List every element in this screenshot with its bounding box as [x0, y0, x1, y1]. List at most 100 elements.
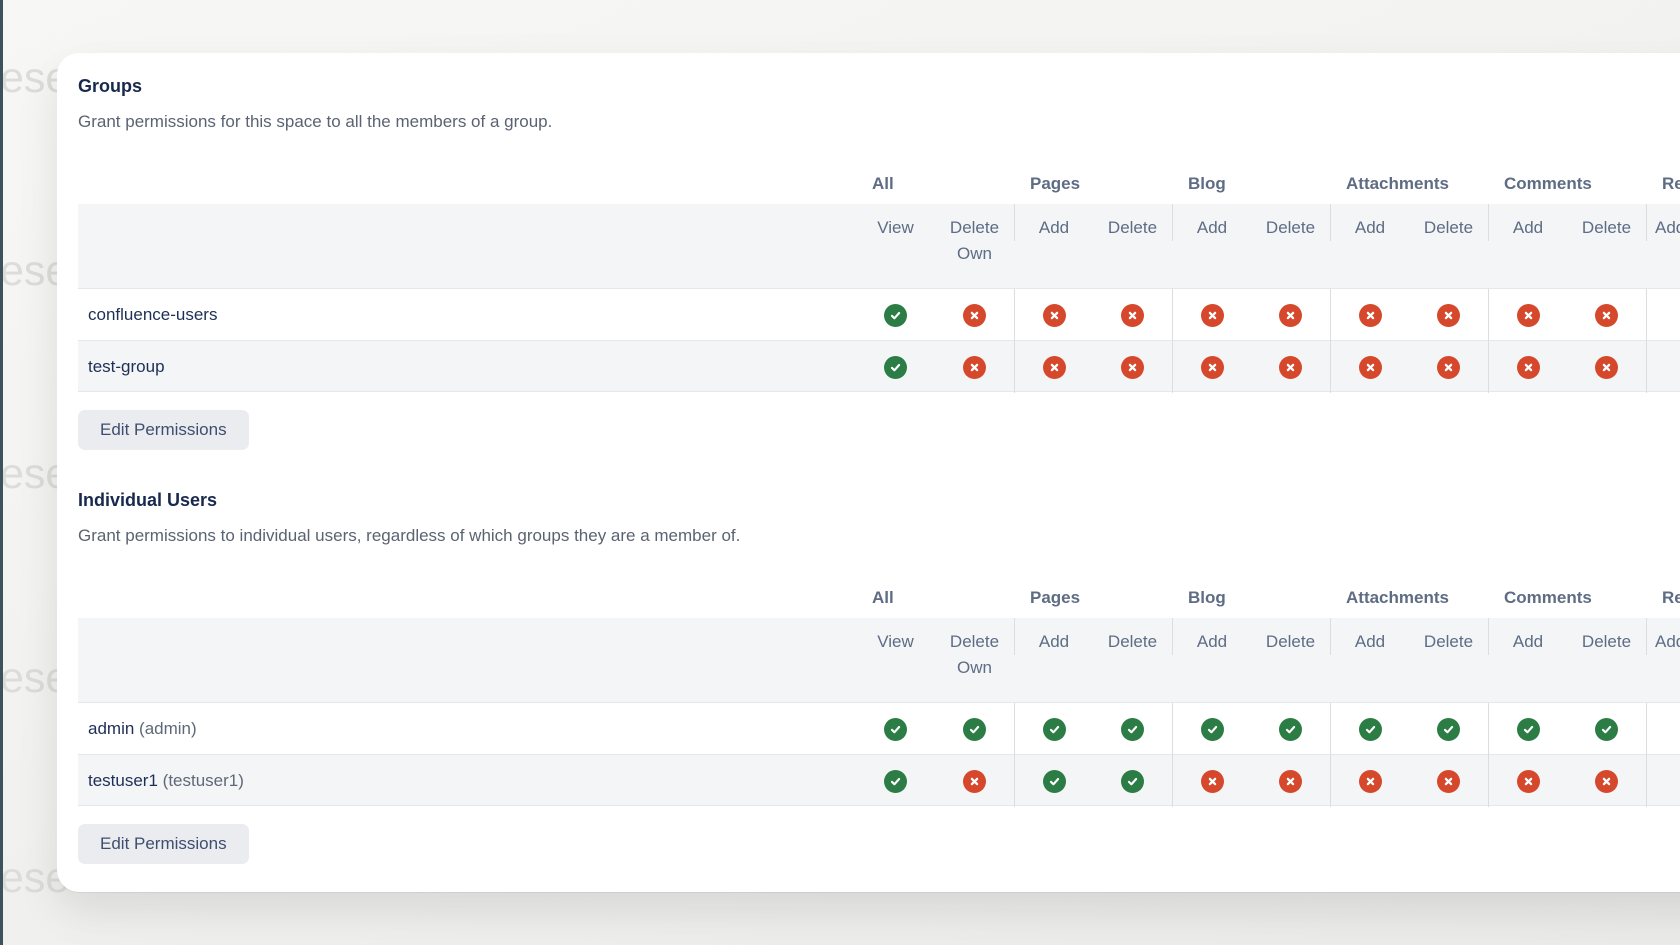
- permission-cell: [1093, 703, 1172, 755]
- column-group-label: Attachments: [1330, 588, 1488, 618]
- column-subheader: Delete: [1251, 204, 1330, 241]
- check-icon: [1043, 770, 1066, 793]
- groups-section-description: Grant permissions for this space to all …: [78, 112, 1680, 132]
- row-name-cell: admin (admin): [78, 719, 856, 739]
- groups-permissions-table: AllPagesBlogAttachmentsCommentsRestricti…: [78, 160, 1680, 392]
- column-subheader-row: ViewDelete OwnAddDeleteAddDeleteAddDelet…: [78, 204, 1680, 288]
- entity-account-label: (admin): [134, 719, 196, 738]
- column-group-label: All: [856, 174, 1014, 204]
- permission-cell: [1646, 341, 1680, 393]
- cross-icon: [963, 770, 986, 793]
- cross-icon: [1201, 304, 1224, 327]
- check-icon: [1517, 718, 1540, 741]
- permission-cell: [1251, 755, 1330, 807]
- entity-name-link[interactable]: testuser1: [88, 771, 158, 790]
- row-name-cell: confluence-users: [78, 305, 856, 325]
- column-group-label: All: [856, 588, 1014, 618]
- column-subheader: Delete: [1567, 618, 1646, 655]
- permission-cell: [1172, 703, 1251, 755]
- users-section-title: Individual Users: [78, 490, 1680, 511]
- permission-cell: [1172, 341, 1251, 393]
- column-group-label: Blog: [1172, 174, 1330, 204]
- cross-icon: [1279, 770, 1302, 793]
- permission-cell: [1409, 289, 1488, 341]
- column-subheader: Add: [1172, 204, 1251, 241]
- permission-cell: [1093, 341, 1172, 393]
- column-subheader: Delete: [1567, 204, 1646, 241]
- permission-cell: [935, 703, 1014, 755]
- column-group-label: Pages: [1014, 174, 1172, 204]
- permission-cell: [1646, 755, 1680, 807]
- check-icon: [1043, 718, 1066, 741]
- cross-icon: [1517, 304, 1540, 327]
- column-group-label: Pages: [1014, 588, 1172, 618]
- cross-icon: [1595, 356, 1618, 379]
- column-subheader: Delete: [1409, 204, 1488, 241]
- entity-name-link[interactable]: confluence-users: [88, 305, 217, 324]
- column-group-label: Comments: [1488, 588, 1646, 618]
- permission-cell: [1488, 289, 1567, 341]
- check-icon: [1201, 718, 1224, 741]
- cross-icon: [1437, 356, 1460, 379]
- permission-cell: [1014, 755, 1093, 807]
- edit-groups-permissions-button[interactable]: Edit Permissions: [78, 410, 249, 450]
- entity-name-link[interactable]: admin: [88, 719, 134, 738]
- column-subheader: Add: [1172, 618, 1251, 655]
- permission-cell: [1567, 755, 1646, 807]
- permission-cell: [1409, 755, 1488, 807]
- cross-icon: [1043, 356, 1066, 379]
- permission-cell: [1330, 341, 1409, 393]
- permission-cell: [1014, 289, 1093, 341]
- column-group-header-row: AllPagesBlogAttachmentsCommentsRestricti…: [78, 160, 1680, 204]
- cross-icon: [1595, 770, 1618, 793]
- check-icon: [884, 718, 907, 741]
- cross-icon: [963, 304, 986, 327]
- permission-table-row: admin (admin): [78, 702, 1680, 754]
- column-subheader-row: ViewDelete OwnAddDeleteAddDeleteAddDelet…: [78, 618, 1680, 702]
- permission-cell: [856, 289, 935, 341]
- groups-section: Groups Grant permissions for this space …: [78, 76, 1680, 450]
- cross-icon: [1517, 356, 1540, 379]
- check-icon: [1121, 770, 1144, 793]
- check-icon: [1437, 718, 1460, 741]
- permission-cell: [1567, 703, 1646, 755]
- entity-name-link[interactable]: test-group: [88, 357, 165, 376]
- row-name-cell: testuser1 (testuser1): [78, 771, 856, 791]
- permission-cell: [935, 341, 1014, 393]
- permission-cell: [1014, 703, 1093, 755]
- column-group-label: Comments: [1488, 174, 1646, 204]
- permission-cell: [1093, 289, 1172, 341]
- cross-icon: [1437, 770, 1460, 793]
- column-subheader: Add: [1488, 204, 1567, 241]
- column-subheader: Add: [1330, 204, 1409, 241]
- permission-cell: [1330, 703, 1409, 755]
- permission-cell: [1330, 289, 1409, 341]
- cross-icon: [1359, 356, 1382, 379]
- column-subheader: View: [856, 204, 935, 241]
- column-subheader: Delete: [1409, 618, 1488, 655]
- cross-icon: [1043, 304, 1066, 327]
- permission-cell: [1172, 755, 1251, 807]
- column-subheader: Add: [1014, 204, 1093, 241]
- cross-icon: [1201, 770, 1224, 793]
- cross-icon: [1201, 356, 1224, 379]
- permission-table-row: confluence-users: [78, 288, 1680, 340]
- permission-cell: [856, 703, 935, 755]
- permission-cell: [856, 755, 935, 807]
- permission-cell: [1488, 703, 1567, 755]
- edit-users-permissions-button[interactable]: Edit Permissions: [78, 824, 249, 864]
- check-icon: [1595, 718, 1618, 741]
- entity-account-label: (testuser1): [158, 771, 244, 790]
- check-icon: [884, 304, 907, 327]
- check-icon: [963, 718, 986, 741]
- check-icon: [1279, 718, 1302, 741]
- cross-icon: [1359, 304, 1382, 327]
- window-edge-bar: [0, 0, 3, 945]
- individual-users-section: Individual Users Grant permissions to in…: [78, 490, 1680, 864]
- permission-table-row: test-group: [78, 340, 1680, 392]
- permission-cell: [1567, 289, 1646, 341]
- cross-icon: [963, 356, 986, 379]
- cross-icon: [1517, 770, 1540, 793]
- cross-icon: [1595, 304, 1618, 327]
- check-icon: [884, 770, 907, 793]
